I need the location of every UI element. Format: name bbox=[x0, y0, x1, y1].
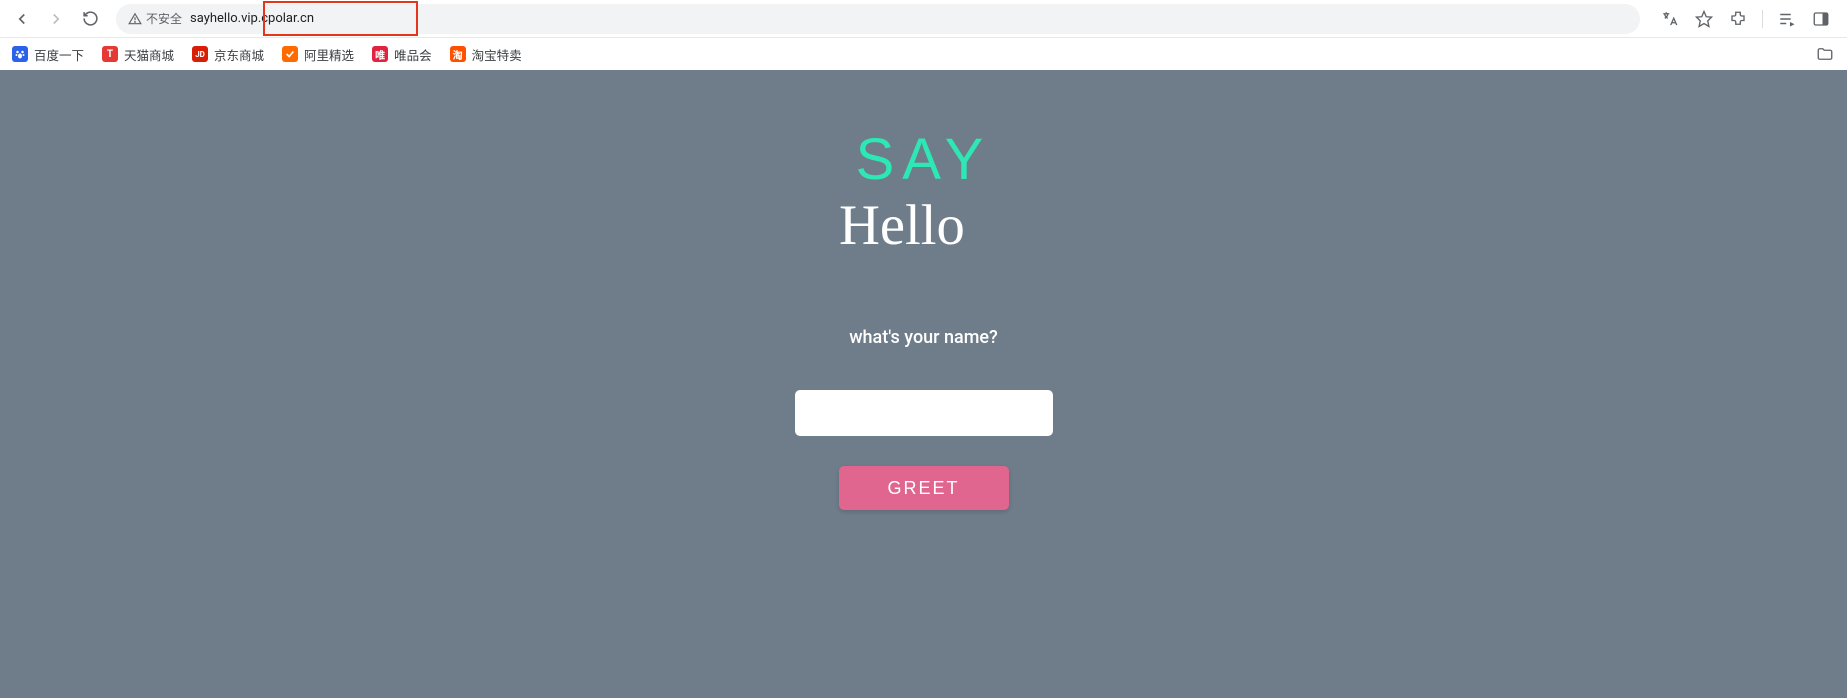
letter-wei-icon: 唯 bbox=[372, 46, 388, 62]
paw-icon bbox=[12, 46, 28, 62]
letter-jd-icon: JD bbox=[192, 46, 208, 62]
url-text: sayhello.vip.cpolar.cn bbox=[190, 11, 314, 26]
extensions-icon[interactable] bbox=[1726, 7, 1750, 31]
address-bar[interactable]: 不安全 sayhello.vip.cpolar.cn bbox=[116, 4, 1640, 34]
bookmark-baidu[interactable]: 百度一下 bbox=[12, 45, 84, 64]
translate-icon[interactable] bbox=[1658, 7, 1682, 31]
check-icon bbox=[282, 46, 298, 62]
bookmark-jd[interactable]: JD 京东商城 bbox=[192, 45, 264, 64]
page-content: SAY Hello what's your name? GREET bbox=[0, 70, 1847, 698]
bookmark-label: 阿里精选 bbox=[304, 45, 354, 64]
playlist-icon[interactable] bbox=[1775, 7, 1799, 31]
greet-button[interactable]: GREET bbox=[839, 466, 1009, 510]
all-bookmarks-icon[interactable] bbox=[1815, 44, 1835, 64]
title-hello: Hello bbox=[839, 189, 1009, 265]
bookmark-label: 京东商城 bbox=[214, 45, 264, 64]
name-input[interactable] bbox=[795, 390, 1053, 436]
bookmark-label: 淘宝特卖 bbox=[472, 45, 522, 64]
bookmark-ali[interactable]: 阿里精选 bbox=[282, 45, 354, 64]
hello-script-text: Hello bbox=[839, 195, 965, 257]
bookmark-label: 唯品会 bbox=[394, 45, 432, 64]
security-label: 不安全 bbox=[146, 10, 182, 27]
security-badge: 不安全 bbox=[128, 10, 182, 27]
letter-tao-icon: 淘 bbox=[450, 46, 466, 62]
bookmark-label: 百度一下 bbox=[34, 45, 84, 64]
bookmark-vip[interactable]: 唯 唯品会 bbox=[372, 45, 432, 64]
star-icon[interactable] bbox=[1692, 7, 1716, 31]
bookmarks-bar: 百度一下 T 天猫商城 JD 京东商城 阿里精选 唯 唯品会 淘 淘宝特卖 bbox=[0, 38, 1847, 70]
back-button[interactable] bbox=[8, 5, 36, 33]
toolbar-right bbox=[1652, 7, 1839, 31]
bookmark-label: 天猫商城 bbox=[124, 45, 174, 64]
forward-button[interactable] bbox=[42, 5, 70, 33]
browser-toolbar: 不安全 sayhello.vip.cpolar.cn bbox=[0, 0, 1847, 38]
toolbar-separator bbox=[1762, 10, 1763, 28]
bookmark-taobao[interactable]: 淘 淘宝特卖 bbox=[450, 45, 522, 64]
title-say: SAY bbox=[856, 126, 992, 193]
sidepanel-icon[interactable] bbox=[1809, 7, 1833, 31]
reload-button[interactable] bbox=[76, 5, 104, 33]
bookmark-tmall[interactable]: T 天猫商城 bbox=[102, 45, 174, 64]
name-prompt: what's your name? bbox=[849, 327, 998, 348]
letter-t-icon: T bbox=[102, 46, 118, 62]
